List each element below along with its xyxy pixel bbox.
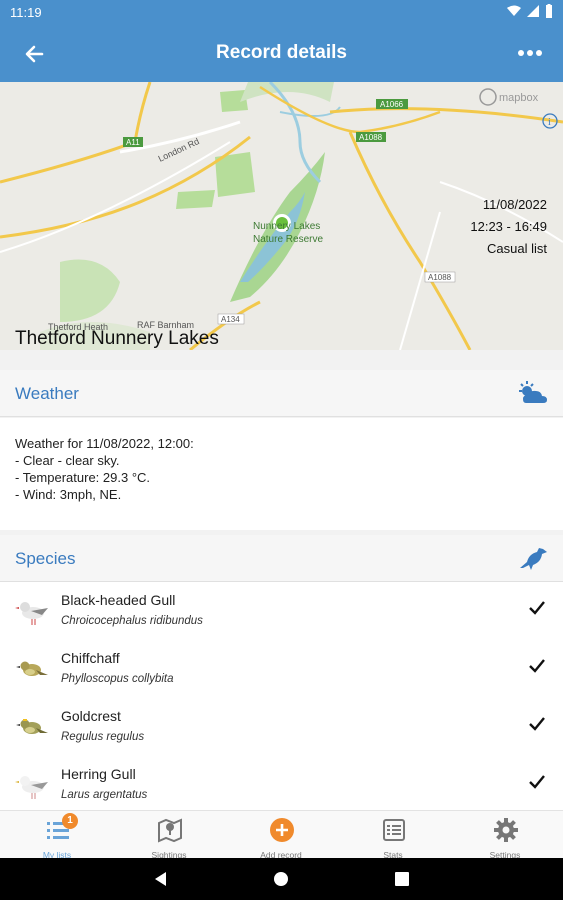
species-scientific-name: Chroicocephalus ridibundus	[61, 615, 203, 627]
species-scientific-name: Regulus regulus	[61, 731, 145, 743]
weather-line: Weather for 11/08/2022, 12:00:	[15, 436, 194, 451]
weather-line: - Wind: 3mph, NE.	[15, 487, 122, 502]
page-title: Record details	[216, 42, 347, 63]
recents-square-icon[interactable]	[394, 871, 410, 887]
stats-icon	[383, 819, 405, 841]
signal-icon	[527, 5, 539, 17]
weather-line: - Clear - clear sky.	[15, 453, 120, 468]
species-item[interactable]: Chiffchaff Phylloscopus collybita	[0, 640, 563, 698]
record-list-type: Casual list	[487, 241, 547, 256]
weather-line: - Temperature: 29.3 °C.	[15, 470, 151, 485]
weather-details: Weather for 11/08/2022, 12:00: - Clear -…	[0, 418, 563, 530]
species-item[interactable]: Goldcrest Regulus regulus	[0, 698, 563, 756]
species-section-header[interactable]: Species	[0, 535, 563, 582]
nav-settings[interactable]: Settings	[450, 815, 560, 860]
map-road-label: A1088	[359, 133, 383, 142]
goldcrest-thumbnail-icon	[16, 719, 48, 734]
map-place-label: Nature Reserve	[253, 234, 323, 245]
notification-badge: 1	[62, 813, 78, 829]
mapbox-attribution: mapbox	[499, 92, 539, 104]
back-triangle-icon[interactable]	[153, 871, 169, 887]
check-icon[interactable]	[527, 598, 547, 618]
map-place-label: Nunnery Lakes	[253, 221, 320, 232]
species-name: Chiffchaff	[61, 650, 120, 666]
map-road-label: A11	[126, 138, 140, 147]
weather-section-title: Weather	[15, 384, 79, 403]
wifi-icon	[507, 5, 521, 16]
record-info: 11/08/2022 12:23 - 16:49 Casual list	[470, 194, 547, 260]
map-road-label: A1088	[428, 273, 452, 282]
map-icon	[158, 818, 182, 843]
warbler-thumbnail-icon	[16, 661, 48, 676]
weather-icon	[519, 381, 547, 403]
system-nav-bar	[0, 858, 563, 900]
svg-text:i: i	[548, 117, 551, 128]
species-scientific-name: Phylloscopus collybita	[61, 673, 174, 685]
species-item[interactable]: Black-headed Gull Chroicocephalus ridibu…	[0, 582, 563, 640]
species-name: Herring Gull	[61, 766, 136, 782]
nav-stats[interactable]: Stats	[338, 815, 448, 860]
nav-add-record[interactable]: Add record	[226, 815, 336, 860]
status-icons	[507, 4, 553, 18]
check-icon[interactable]	[527, 714, 547, 734]
nav-my-lists[interactable]: 1 My lists	[2, 813, 112, 860]
bird-icon	[520, 548, 547, 570]
map-road-label: A134	[221, 315, 240, 324]
gear-icon	[494, 818, 518, 842]
species-scientific-name: Larus argentatus	[61, 789, 148, 801]
more-options-icon[interactable]	[515, 38, 545, 68]
battery-icon	[546, 4, 552, 18]
gull-thumbnail-icon	[15, 776, 48, 799]
record-date: 11/08/2022	[482, 197, 547, 212]
status-time: 11:19	[10, 5, 42, 20]
species-item[interactable]: Herring Gull Larus argentatus	[0, 756, 563, 810]
species-name: Goldcrest	[61, 708, 121, 724]
gull-thumbnail-icon	[15, 602, 48, 625]
species-name: Black-headed Gull	[61, 592, 176, 608]
species-list: Black-headed Gull Chroicocephalus ridibu…	[0, 582, 563, 810]
home-circle-icon[interactable]	[273, 871, 289, 887]
species-section-title: Species	[15, 549, 76, 568]
bottom-nav: 1 My lists Sightings Add record Stats Se…	[0, 810, 563, 860]
check-icon[interactable]	[527, 772, 547, 792]
status-bar: 11:19	[0, 0, 563, 24]
location-title: Thetford Nunnery Lakes	[15, 328, 219, 349]
map-view[interactable]: A11 London Rd A1066 A1088 A1088 A134 The…	[0, 82, 563, 350]
nav-sightings[interactable]: Sightings	[114, 815, 224, 860]
map-road-label: A1066	[380, 100, 404, 109]
check-icon[interactable]	[527, 656, 547, 676]
record-time-range: 12:23 - 16:49	[470, 219, 547, 234]
add-icon	[270, 818, 294, 842]
weather-section-header[interactable]: Weather	[0, 370, 563, 417]
app-bar: Record details	[0, 24, 563, 82]
